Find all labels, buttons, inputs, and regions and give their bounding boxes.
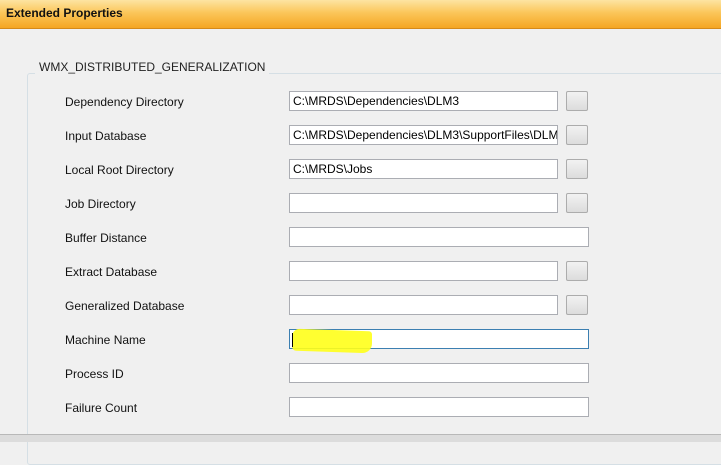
group-label: WMX_DISTRIBUTED_GENERALIZATION [35, 60, 270, 74]
row-dependency-directory: Dependency Directory C:\MRDS\Dependencie… [0, 91, 721, 113]
machine-name-label: Machine Name [65, 333, 146, 347]
row-process-id: Process ID [0, 363, 721, 385]
dependency-directory-browse-button[interactable] [566, 91, 588, 111]
window-title: Extended Properties [6, 6, 123, 20]
failure-count-label: Failure Count [65, 401, 138, 415]
extract-database-browse-button[interactable] [566, 261, 588, 281]
extract-database-label: Extract Database [65, 265, 158, 279]
job-directory-label: Job Directory [65, 197, 136, 211]
extract-database-input[interactable] [289, 261, 558, 281]
generalized-database-input[interactable] [289, 295, 558, 315]
input-database-label: Input Database [65, 129, 147, 143]
row-failure-count: Failure Count [0, 397, 721, 419]
generalized-database-browse-button[interactable] [566, 295, 588, 315]
text-caret [292, 333, 293, 347]
dependency-directory-input[interactable]: C:\MRDS\Dependencies\DLM3 [289, 91, 558, 111]
yellow-highlight-mark [292, 328, 372, 354]
row-buffer-distance: Buffer Distance [0, 227, 721, 249]
buffer-distance-label: Buffer Distance [65, 231, 147, 245]
dependency-directory-label: Dependency Directory [65, 95, 184, 109]
process-id-input[interactable] [289, 363, 589, 383]
job-directory-input[interactable] [289, 193, 558, 213]
row-input-database: Input Database C:\MRDS\Dependencies\DLM3… [0, 125, 721, 147]
failure-count-input[interactable] [289, 397, 589, 417]
title-bar: Extended Properties [0, 0, 721, 29]
row-generalized-database: Generalized Database [0, 295, 721, 317]
row-local-root-directory: Local Root Directory C:\MRDS\Jobs [0, 159, 721, 181]
row-job-directory: Job Directory [0, 193, 721, 215]
input-database-browse-button[interactable] [566, 125, 588, 145]
generalized-database-label: Generalized Database [65, 299, 185, 313]
job-directory-browse-button[interactable] [566, 193, 588, 213]
local-root-directory-browse-button[interactable] [566, 159, 588, 179]
local-root-directory-input[interactable]: C:\MRDS\Jobs [289, 159, 558, 179]
row-extract-database: Extract Database [0, 261, 721, 283]
buffer-distance-input[interactable] [289, 227, 589, 247]
process-id-label: Process ID [65, 367, 124, 381]
input-database-input[interactable]: C:\MRDS\Dependencies\DLM3\SupportFiles\D… [289, 125, 558, 145]
local-root-directory-label: Local Root Directory [65, 163, 174, 177]
